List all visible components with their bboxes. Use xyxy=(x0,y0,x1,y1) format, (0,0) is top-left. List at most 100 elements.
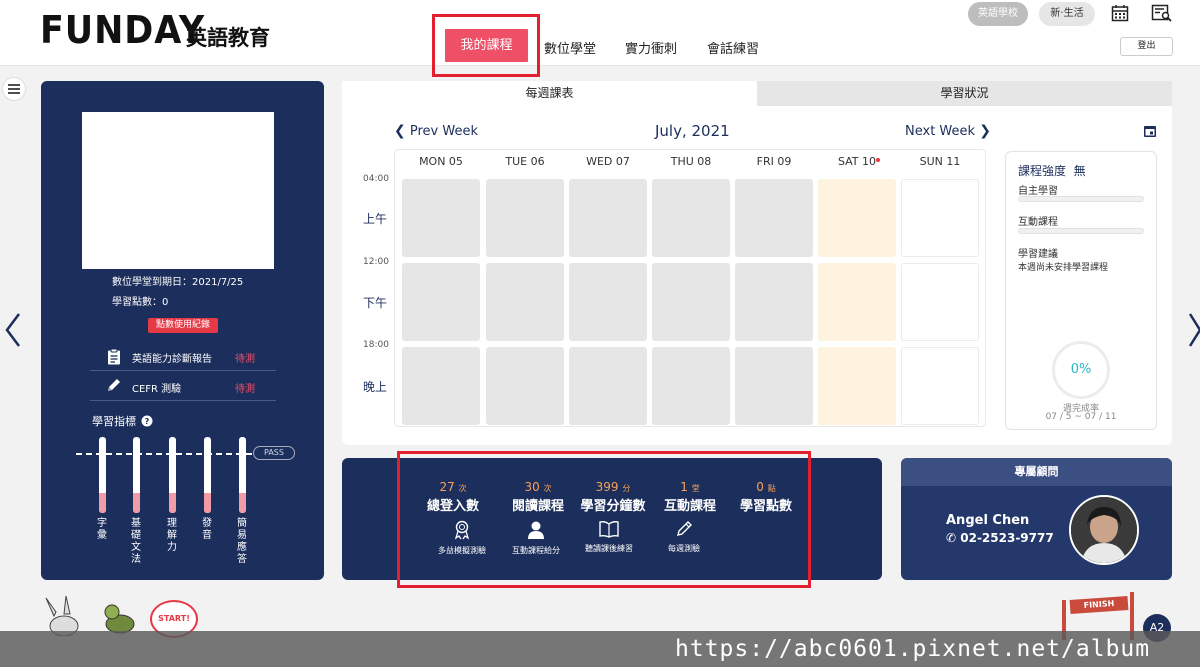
tab-learning-status[interactable]: 學習狀況 xyxy=(757,81,1172,106)
self-study-bar xyxy=(1018,196,1144,202)
advisor-phone-number: 02-2523-9777 xyxy=(960,531,1054,545)
calendar-picker-icon[interactable] xyxy=(1143,123,1157,142)
schedule-cell[interactable] xyxy=(652,179,730,257)
search-list-icon[interactable] xyxy=(1151,4,1173,26)
new-life-pill[interactable]: 新·生活 xyxy=(1039,2,1095,26)
indicator-bar xyxy=(133,437,140,513)
book-icon xyxy=(574,520,644,538)
schedule-cell[interactable] xyxy=(652,347,730,425)
stat-value: 399 分 xyxy=(572,480,654,494)
help-icon[interactable]: ? xyxy=(141,412,153,431)
schedule-cell[interactable] xyxy=(486,347,564,425)
day-header: SAT 10 xyxy=(837,155,877,168)
award-icon xyxy=(427,520,497,540)
schedule-cell[interactable] xyxy=(901,263,979,341)
points-history-button[interactable]: 點數使用紀錄 xyxy=(148,318,218,333)
indicator-label: 簡易應答 xyxy=(237,518,247,565)
logout-button[interactable]: 登出 xyxy=(1120,37,1173,56)
schedule-cell[interactable] xyxy=(735,347,813,425)
stat-label: 總登入數 xyxy=(426,499,479,514)
prev-week-button[interactable]: ❮ Prev Week xyxy=(394,123,478,139)
advisor-photo xyxy=(1069,495,1139,565)
calendar-icon[interactable] xyxy=(1111,4,1129,26)
pencil-icon xyxy=(106,377,122,397)
stat-unit: 次 xyxy=(543,484,552,493)
advice-title: 學習建議 xyxy=(1018,249,1058,260)
learning-points: 學習點數：0 xyxy=(112,297,169,308)
tool-label: 互動課程給分 xyxy=(512,546,560,555)
indicator-bar xyxy=(239,437,246,513)
day-header: THU 08 xyxy=(670,155,712,168)
next-week-button[interactable]: Next Week ❯ xyxy=(905,123,991,139)
schedule-cell[interactable] xyxy=(402,179,480,257)
intensity-title: 課程強度 無 xyxy=(1018,164,1086,178)
advisor-phone[interactable]: ✆ 02-2523-9777 xyxy=(946,531,1054,545)
indicator-bar xyxy=(99,437,106,513)
tool-book[interactable]: 聽讀課後練習 xyxy=(574,520,644,554)
logo[interactable]: FUNDAY xyxy=(40,8,205,52)
self-study-label: 自主學習 xyxy=(1018,186,1058,197)
pen-icon xyxy=(649,520,719,538)
expiry-date: 數位學堂到期日：2021/7/25 xyxy=(112,277,244,288)
time-label: 12:00 xyxy=(363,257,389,267)
diagnosis-report-link[interactable]: 英語能力診斷報告 xyxy=(132,350,212,365)
menu-button[interactable] xyxy=(2,77,26,101)
nav-my-courses[interactable]: 我的課程 xyxy=(445,29,528,62)
schedule-cell[interactable] xyxy=(569,179,647,257)
stat-number: 0 xyxy=(756,480,764,494)
schedule-cell[interactable] xyxy=(486,263,564,341)
schedule-cell[interactable] xyxy=(818,347,896,425)
tool-award[interactable]: 多益模擬測驗 xyxy=(427,520,497,556)
logo-subtitle: 英語教育 xyxy=(186,26,270,50)
stat-unit: 次 xyxy=(458,484,467,493)
schedule-cell[interactable] xyxy=(402,263,480,341)
schedule-cell[interactable] xyxy=(569,263,647,341)
day-header: MON 05 xyxy=(419,155,463,168)
svg-text:?: ? xyxy=(145,417,150,426)
nav-conversation[interactable]: 會話練習 xyxy=(707,38,759,57)
stat-value: 1 堂 xyxy=(654,480,726,494)
prev-arrow[interactable] xyxy=(4,310,22,359)
schedule-cell[interactable] xyxy=(735,263,813,341)
tool-pen[interactable]: 每週測驗 xyxy=(649,520,719,554)
cefr-test-link[interactable]: CEFR 測驗 xyxy=(132,380,181,395)
tool-label: 每週測驗 xyxy=(668,544,700,553)
day-header: SUN 11 xyxy=(919,155,961,168)
advice-text: 本週尚未安排學習課程 xyxy=(1018,263,1109,273)
stat-label: 學習點數 xyxy=(739,499,792,514)
schedule-cell[interactable] xyxy=(735,179,813,257)
stat-unit: 點 xyxy=(767,484,776,493)
schedule-cell[interactable] xyxy=(818,263,896,341)
tab-weekly-schedule[interactable]: 每週課表 xyxy=(342,81,757,106)
nav-skill-sprint[interactable]: 實力衝刺 xyxy=(625,38,677,57)
schedule-cell[interactable] xyxy=(569,347,647,425)
day-header: FRI 09 xyxy=(756,155,792,168)
time-label: 18:00 xyxy=(363,340,389,350)
schedule-cell[interactable] xyxy=(402,347,480,425)
indicator-bar-fill xyxy=(99,493,106,513)
next-arrow[interactable] xyxy=(1188,310,1200,359)
intensity-value: 無 xyxy=(1073,164,1086,178)
learning-indicator-title: 學習指標 xyxy=(92,415,136,428)
divider xyxy=(90,370,276,371)
schedule-cell[interactable] xyxy=(818,179,896,257)
advisor-name: Angel Chen xyxy=(946,513,1030,528)
watermark-text: https://abc0601.pixnet.net/album xyxy=(675,636,1151,662)
tool-user[interactable]: 互動課程給分 xyxy=(501,520,571,556)
nav-digital-school[interactable]: 數位學堂 xyxy=(544,38,596,57)
stat-number: 1 xyxy=(680,480,688,494)
prev-week-label: Prev Week xyxy=(409,124,478,139)
interactive-bar xyxy=(1018,228,1144,234)
indicator-label: 基礎文法 xyxy=(131,518,141,565)
completion-percent: 0% xyxy=(1070,362,1092,377)
chevron-right-icon: ❯ xyxy=(979,123,991,139)
schedule-cell[interactable] xyxy=(486,179,564,257)
indicator-bar-fill xyxy=(204,493,211,513)
interactive-label: 互動課程 xyxy=(1018,217,1058,228)
schedule-cell[interactable] xyxy=(901,179,979,257)
english-school-pill[interactable]: 英語學校 xyxy=(968,2,1028,26)
schedule-cell[interactable] xyxy=(901,347,979,425)
indicator-bar-fill xyxy=(133,493,140,513)
schedule-cell[interactable] xyxy=(652,263,730,341)
day-header: WED 07 xyxy=(586,155,630,168)
